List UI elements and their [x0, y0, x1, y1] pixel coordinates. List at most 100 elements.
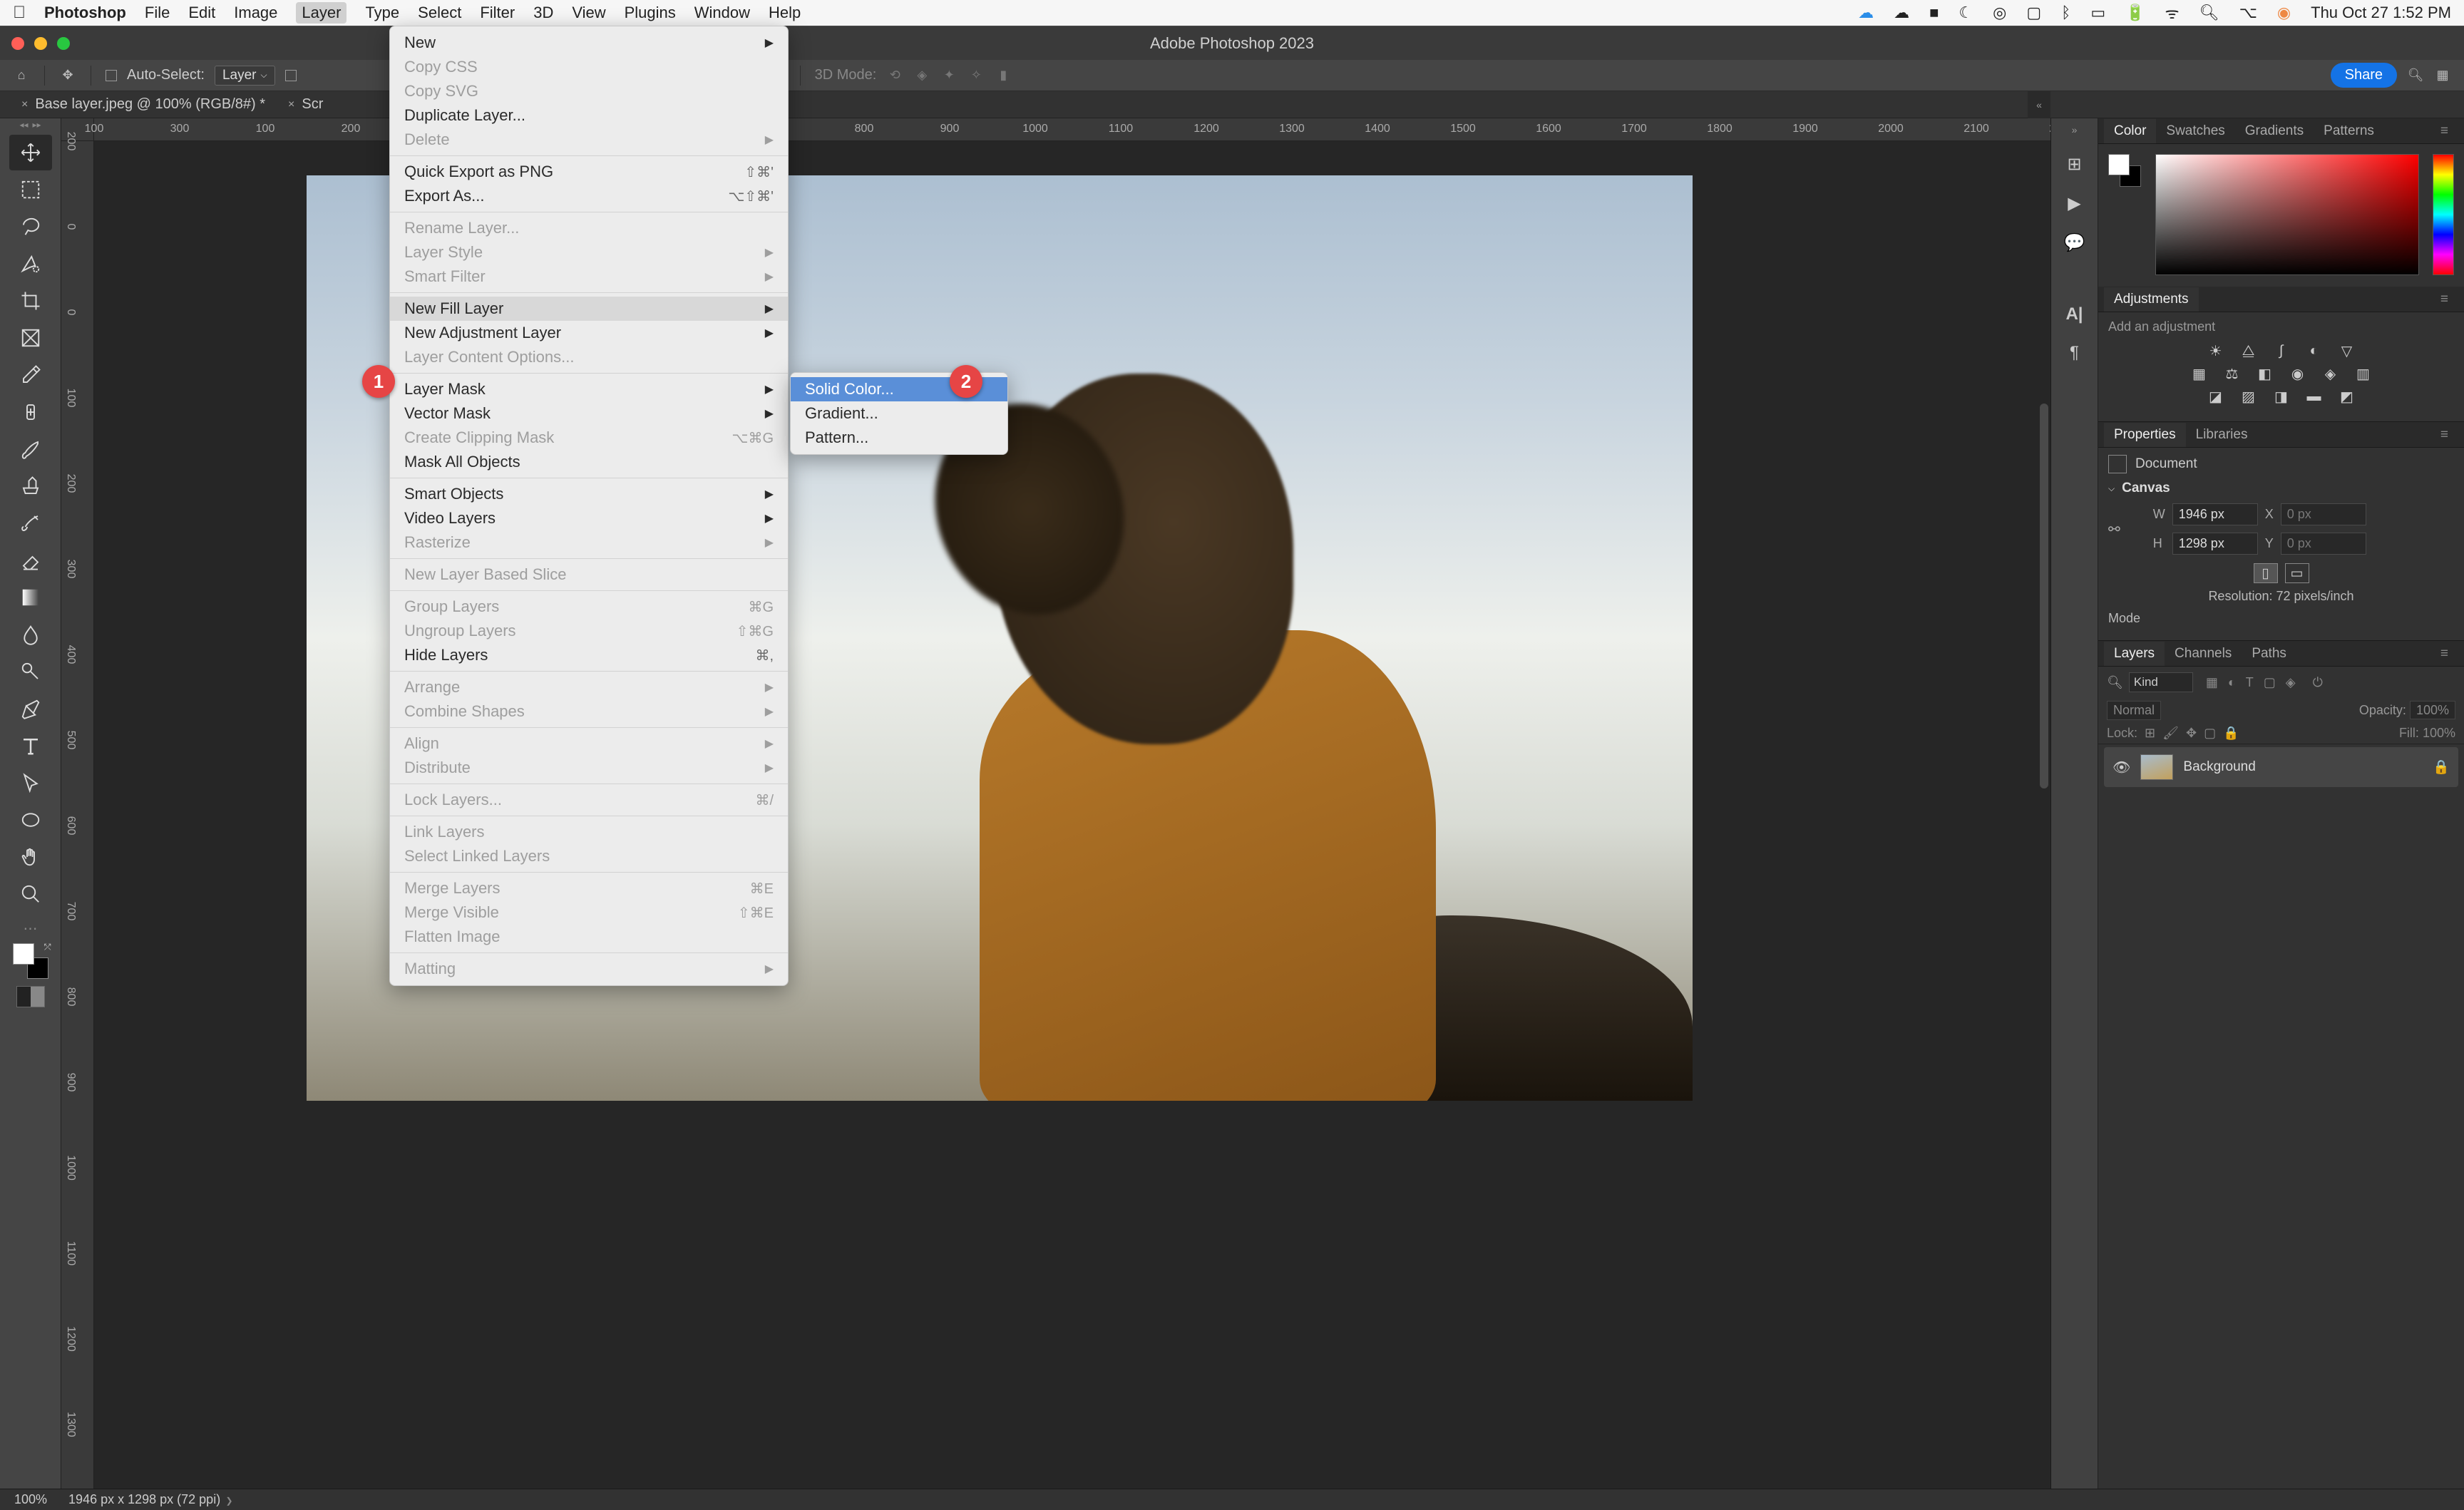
- eraser-tool[interactable]: [9, 543, 52, 578]
- auto-select-checkbox[interactable]: [106, 70, 117, 81]
- status-facetime-icon[interactable]: ■: [1929, 4, 1939, 22]
- width-field[interactable]: 1946 px: [2172, 503, 2258, 525]
- vibrance-icon[interactable]: ▽: [2336, 341, 2358, 360]
- lock-all-icon[interactable]: ⊞: [2145, 726, 2155, 741]
- tab-layers[interactable]: Layers: [2104, 642, 2165, 666]
- lock-artboard-icon[interactable]: ▢: [2204, 726, 2216, 741]
- filter-pixel-icon[interactable]: ▦: [2206, 675, 2218, 690]
- character-icon[interactable]: A|: [2065, 304, 2083, 324]
- channel-mixer-icon[interactable]: ◈: [2320, 364, 2341, 383]
- search-icon[interactable]: 🔍︎: [2407, 67, 2424, 84]
- frame-tool[interactable]: [9, 320, 52, 356]
- layer-name[interactable]: Background: [2183, 759, 2255, 775]
- menu-edit[interactable]: Edit: [188, 4, 215, 22]
- marquee-tool[interactable]: [9, 172, 52, 207]
- app-name[interactable]: Photoshop: [44, 4, 126, 22]
- vertical-scrollbar[interactable]: [2040, 404, 2048, 789]
- menu-item[interactable]: Smart Objects▶: [390, 482, 788, 506]
- blur-tool[interactable]: [9, 617, 52, 652]
- lookup-icon[interactable]: ▥: [2353, 364, 2374, 383]
- selective-color-icon[interactable]: ◩: [2336, 387, 2358, 406]
- tab-paths[interactable]: Paths: [2242, 642, 2296, 666]
- healing-brush-tool[interactable]: [9, 394, 52, 430]
- filter-type-icon[interactable]: T: [2246, 675, 2254, 690]
- exposure-icon[interactable]: ◐: [2304, 341, 2325, 360]
- visibility-icon[interactable]: 👁: [2113, 759, 2130, 776]
- auto-select-dropdown[interactable]: Layer ⌵: [215, 66, 275, 86]
- menu-3d[interactable]: 3D: [533, 4, 553, 22]
- menu-help[interactable]: Help: [769, 4, 801, 22]
- status-cloud-icon[interactable]: ☁︎: [1858, 4, 1874, 22]
- collapse-tabs-icon[interactable]: «: [2028, 91, 2050, 118]
- menu-item[interactable]: Layer Mask▶: [390, 377, 788, 401]
- brightness-icon[interactable]: ☀: [2205, 341, 2227, 360]
- menu-item[interactable]: Vector Mask▶: [390, 401, 788, 426]
- panel-menu-icon[interactable]: ≡: [2430, 287, 2458, 312]
- orientation-landscape[interactable]: ▭: [2285, 563, 2309, 583]
- submenu-item[interactable]: Pattern...: [791, 426, 1007, 450]
- close-button[interactable]: [11, 37, 24, 50]
- menu-select[interactable]: Select: [418, 4, 461, 22]
- status-box-icon[interactable]: ▢: [2026, 4, 2041, 22]
- comment-icon[interactable]: 💬: [2064, 232, 2085, 253]
- 3d-icon-5[interactable]: ▮: [995, 67, 1012, 84]
- expand-icon[interactable]: »: [2072, 124, 2078, 135]
- quick-mask-icon[interactable]: [16, 986, 45, 1007]
- menu-item[interactable]: Video Layers▶: [390, 506, 788, 530]
- 3d-icon-4[interactable]: ✧: [967, 67, 985, 84]
- tab-adjustments[interactable]: Adjustments: [2104, 287, 2199, 312]
- dodge-tool[interactable]: [9, 654, 52, 689]
- tab-gradients[interactable]: Gradients: [2235, 119, 2314, 143]
- height-field[interactable]: 1298 px: [2172, 533, 2258, 555]
- type-tool[interactable]: [9, 728, 52, 764]
- hue-icon[interactable]: ▦: [2189, 364, 2210, 383]
- workspace-icon[interactable]: ▦: [2434, 67, 2451, 84]
- lock-icon[interactable]: 🔒: [2223, 726, 2239, 741]
- quick-selection-tool[interactable]: [9, 246, 52, 282]
- menu-item[interactable]: Quick Export as PNG⇧⌘': [390, 160, 788, 184]
- menu-layer[interactable]: Layer: [296, 2, 346, 24]
- tab-libraries[interactable]: Libraries: [2186, 423, 2258, 447]
- filter-adjust-icon[interactable]: ◐: [2228, 675, 2236, 690]
- threshold-icon[interactable]: ◨: [2271, 387, 2292, 406]
- status-weather-icon[interactable]: ☁︎: [1894, 4, 1909, 22]
- invert-icon[interactable]: ◪: [2205, 387, 2227, 406]
- submenu-item[interactable]: Gradient...: [791, 401, 1007, 426]
- history-brush-tool[interactable]: [9, 505, 52, 541]
- status-record-icon[interactable]: ◎: [1993, 4, 2006, 22]
- doc-info[interactable]: 1946 px x 1298 px (72 ppi): [68, 1492, 220, 1506]
- share-button[interactable]: Share: [2331, 63, 2397, 88]
- menu-item[interactable]: Mask All Objects: [390, 450, 788, 474]
- zoom-tool[interactable]: [9, 876, 52, 912]
- minimize-button[interactable]: [34, 37, 47, 50]
- move-tool-icon[interactable]: ✥: [59, 67, 76, 84]
- tab-color[interactable]: Color: [2104, 119, 2156, 143]
- tab-channels[interactable]: Channels: [2165, 642, 2242, 666]
- status-search-icon[interactable]: 🔍︎: [2199, 4, 2219, 22]
- menu-item[interactable]: New▶: [390, 31, 788, 55]
- panel-menu-icon[interactable]: ≡: [2430, 423, 2458, 447]
- curves-icon[interactable]: ∫: [2271, 341, 2292, 360]
- posterize-icon[interactable]: ▨: [2238, 387, 2259, 406]
- apple-menu-icon[interactable]: : [13, 3, 26, 23]
- home-icon[interactable]: ⌂: [13, 67, 30, 84]
- 3d-icon-1[interactable]: ⟲: [886, 67, 903, 84]
- color-balance-icon[interactable]: ⚖: [2222, 364, 2243, 383]
- pen-tool[interactable]: [9, 691, 52, 726]
- close-tab-icon[interactable]: ×: [21, 98, 28, 111]
- histogram-icon[interactable]: ⊞: [2067, 154, 2081, 175]
- color-fg-bg-swatch[interactable]: [2108, 154, 2141, 187]
- opacity-field[interactable]: 100%: [2410, 701, 2455, 719]
- photo-filter-icon[interactable]: ◉: [2287, 364, 2309, 383]
- menu-item[interactable]: Duplicate Layer...: [390, 103, 788, 128]
- status-moon-icon[interactable]: ☾: [1959, 4, 1973, 22]
- vertical-ruler[interactable]: 2000010020030040050060070080090010001100…: [61, 141, 94, 1489]
- menu-window[interactable]: Window: [694, 4, 750, 22]
- color-swatch[interactable]: ⤱: [13, 943, 48, 979]
- menu-view[interactable]: View: [572, 4, 605, 22]
- search-icon[interactable]: 🔍︎: [2107, 675, 2123, 690]
- 3d-icon-3[interactable]: ✦: [940, 67, 958, 84]
- status-wifi-icon[interactable]: ᯤ: [2165, 2, 2180, 24]
- status-battery-icon[interactable]: 🔋: [2125, 4, 2145, 22]
- menu-image[interactable]: Image: [234, 4, 277, 22]
